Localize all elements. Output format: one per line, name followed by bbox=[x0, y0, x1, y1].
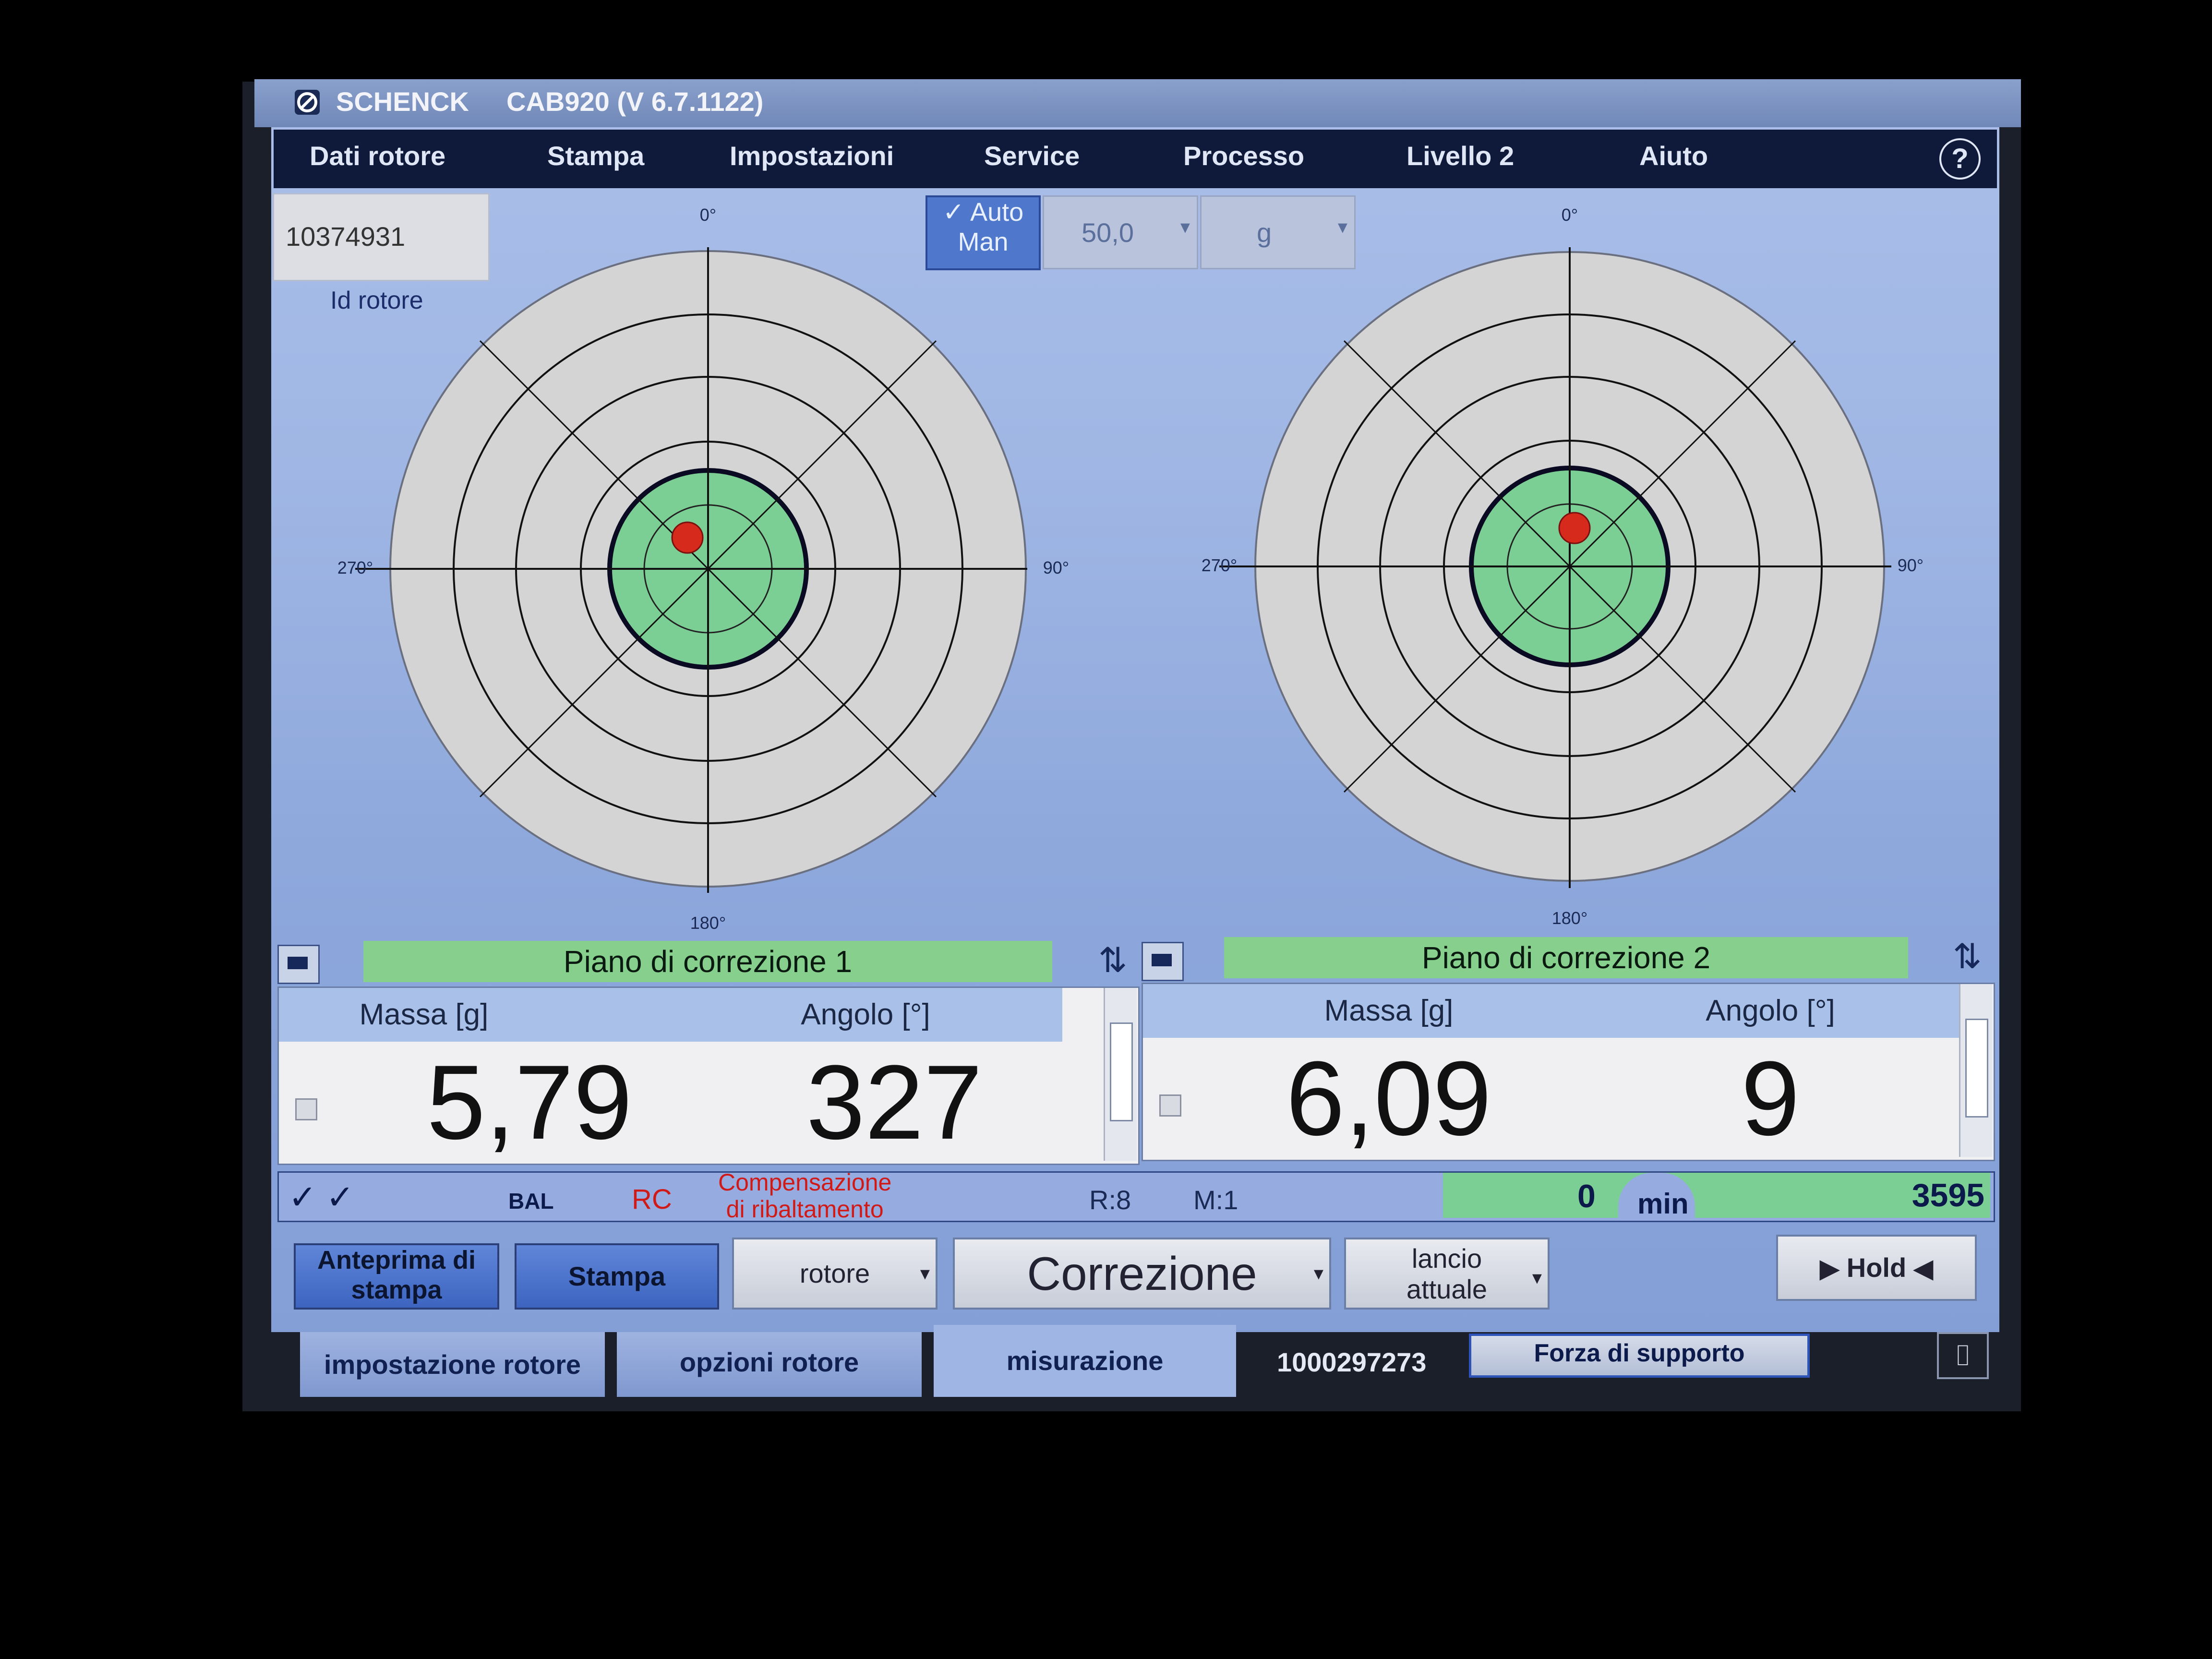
collapse-button[interactable] bbox=[1142, 942, 1184, 981]
axis-label-270: 270° bbox=[337, 558, 373, 577]
run-select-line-2: attuale bbox=[1406, 1274, 1488, 1304]
scrollbar[interactable] bbox=[1959, 984, 1992, 1157]
compensation-line-2: di ribaltamento bbox=[726, 1196, 884, 1223]
camera-icon[interactable]: ⌷ bbox=[1937, 1332, 1989, 1379]
help-icon[interactable]: ? bbox=[1939, 138, 1981, 180]
mass-value: 6,09 bbox=[1286, 1039, 1492, 1157]
arrow-left-icon: ◀ bbox=[1913, 1255, 1933, 1283]
plane-1-table: Massa [g] Angolo [°] 5,79 327 bbox=[277, 986, 1140, 1165]
m-value: M:1 bbox=[1193, 1185, 1238, 1215]
polar-plot-plane-2: 0° 90° 180° 270° bbox=[1202, 205, 1923, 928]
rotor-select-value: rotore bbox=[799, 1258, 870, 1288]
app-brand: SCHENCK bbox=[336, 86, 469, 117]
swap-icon[interactable]: ⇅ bbox=[1953, 936, 1982, 976]
run-select-line-1: lancio bbox=[1411, 1243, 1482, 1274]
tab-impostazione-rotore[interactable]: impostazione rotore bbox=[300, 1332, 605, 1397]
menu-livello-2[interactable]: Livello 2 bbox=[1407, 140, 1514, 171]
check-icons: ✓ ✓ bbox=[289, 1178, 354, 1216]
bal-indicator: BAL bbox=[508, 1189, 554, 1214]
mode-select-value: Correzione bbox=[1027, 1247, 1257, 1300]
axis-label-0: 0° bbox=[1562, 205, 1578, 225]
polar-plot-plane-1: 0° 90° 180° 270° bbox=[337, 205, 1069, 933]
serial-number: 1000297273 bbox=[1277, 1347, 1427, 1377]
menu-aiuto[interactable]: Aiuto bbox=[1639, 140, 1708, 171]
status-bar: ✓ ✓ BAL RC Compensazione di ribaltamento… bbox=[277, 1169, 1995, 1223]
angle-value: 327 bbox=[806, 1043, 983, 1161]
print-preview-label-1: Anteprima di bbox=[317, 1246, 476, 1274]
rotor-select[interactable]: rotore ▾ bbox=[732, 1238, 938, 1310]
hold-button[interactable]: ▶ Hold ◀ bbox=[1776, 1235, 1977, 1301]
header-spacer bbox=[1143, 984, 1197, 1038]
tab-opzioni-rotore[interactable]: opzioni rotore bbox=[617, 1332, 922, 1397]
row-checkbox[interactable] bbox=[295, 1098, 317, 1120]
run-select[interactable]: lancio attuale ▾ bbox=[1344, 1238, 1550, 1310]
angle-header: Angolo [°] bbox=[1581, 984, 1960, 1038]
axis-label-180: 180° bbox=[1552, 908, 1587, 928]
support-force-button[interactable]: Forza di supporto bbox=[1469, 1334, 1810, 1378]
r-value: R:8 bbox=[1089, 1185, 1131, 1215]
rc-indicator: RC bbox=[632, 1184, 672, 1215]
swap-icon[interactable]: ⇅ bbox=[1098, 940, 1127, 980]
angle-header: Angolo [°] bbox=[669, 988, 1062, 1042]
speed-display: 0 min 3595 bbox=[1443, 1173, 1990, 1220]
menu-impostazioni[interactable]: Impostazioni bbox=[730, 140, 894, 171]
header-spacer bbox=[279, 988, 333, 1042]
unbalance-marker bbox=[671, 521, 704, 554]
print-preview-label-2: stampa bbox=[351, 1275, 442, 1304]
axis-label-90: 90° bbox=[1898, 555, 1923, 575]
arrow-right-icon: ▶ bbox=[1820, 1255, 1839, 1283]
mass-header: Massa [g] bbox=[1197, 984, 1581, 1038]
menu-processo[interactable]: Processo bbox=[1183, 140, 1304, 171]
menu-service[interactable]: Service bbox=[984, 140, 1080, 171]
speed-current: 0 bbox=[1577, 1178, 1596, 1214]
app-version: CAB920 (V 6.7.1122) bbox=[506, 86, 764, 117]
tab-misurazione[interactable]: misurazione bbox=[934, 1325, 1236, 1397]
plane-1-title: Piano di correzione 1 bbox=[363, 941, 1052, 982]
plane-2-title: Piano di correzione 2 bbox=[1224, 937, 1908, 978]
chevron-down-icon: ▾ bbox=[1532, 1267, 1542, 1288]
plane-2-table: Massa [g] Angolo [°] 6,09 9 bbox=[1142, 983, 1995, 1161]
print-preview-button[interactable]: Anteprima di stampa bbox=[294, 1243, 499, 1310]
chevron-down-icon: ▾ bbox=[1313, 1263, 1323, 1284]
compensation-line-1: Compensazione bbox=[718, 1169, 892, 1196]
axis-label-180: 180° bbox=[690, 913, 726, 933]
menu-dati-rotore[interactable]: Dati rotore bbox=[310, 140, 445, 171]
schenck-logo-icon bbox=[295, 90, 320, 115]
angle-value: 9 bbox=[1741, 1039, 1800, 1157]
compensation-indicator: Compensazione di ribaltamento bbox=[718, 1169, 891, 1223]
mode-select[interactable]: Correzione ▾ bbox=[953, 1238, 1331, 1310]
speed-target: 3595 bbox=[1911, 1177, 1984, 1214]
chevron-down-icon: ▾ bbox=[920, 1263, 930, 1284]
menu-stampa[interactable]: Stampa bbox=[547, 140, 644, 171]
mass-value: 5,79 bbox=[426, 1043, 633, 1161]
hold-label: Hold bbox=[1846, 1252, 1907, 1283]
mass-header: Massa [g] bbox=[333, 988, 515, 1042]
header-spacer bbox=[515, 988, 669, 1042]
axis-label-270: 270° bbox=[1202, 555, 1237, 575]
print-button[interactable]: Stampa bbox=[515, 1243, 719, 1310]
unbalance-marker bbox=[1558, 512, 1591, 544]
row-checkbox[interactable] bbox=[1159, 1094, 1181, 1117]
tolerance-value: 50,0 bbox=[1082, 217, 1134, 248]
speed-unit: min bbox=[1637, 1188, 1689, 1220]
axis-label-0: 0° bbox=[700, 205, 716, 225]
title-bar: SCHENCK CAB920 (V 6.7.1122) bbox=[254, 79, 2021, 127]
scrollbar[interactable] bbox=[1104, 988, 1137, 1161]
speed-unit-icon: min bbox=[1618, 1173, 1695, 1220]
axis-label-90: 90° bbox=[1043, 558, 1069, 577]
menu-bar: Dati rotore Stampa Impostazioni Service … bbox=[274, 130, 1997, 188]
collapse-button[interactable] bbox=[277, 945, 320, 984]
